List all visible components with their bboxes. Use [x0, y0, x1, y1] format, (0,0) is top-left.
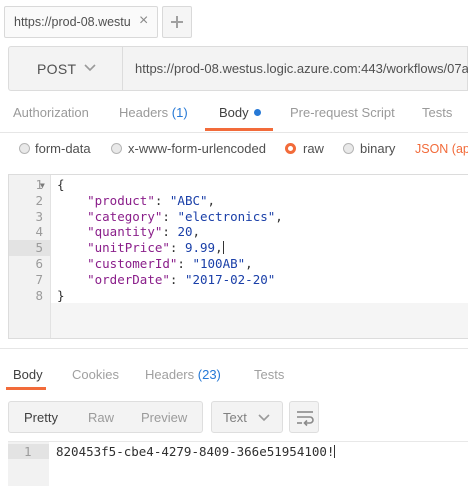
tab-headers[interactable]: Headers (1): [119, 105, 188, 120]
plus-icon: [163, 7, 191, 37]
code-text: {: [57, 177, 65, 192]
code-line-active: 5 "unitPrice": 9.99,: [9, 240, 468, 256]
radio-binary[interactable]: [343, 143, 354, 154]
request-tab-title: https://prod-08.westu: [14, 15, 131, 29]
code-text: "orderDate": "2017-02-20": [87, 271, 276, 287]
radio-label-x-www-form-urlencoded[interactable]: x-www-form-urlencoded: [128, 141, 266, 156]
request-tabs: Authorization Headers (1) Body Pre-reque…: [0, 98, 468, 133]
code-line: 7 "orderDate": "2017-02-20": [9, 272, 468, 288]
code-text: "product": "ABC",: [87, 192, 216, 208]
method-label: POST: [37, 61, 77, 77]
code-line: 8 }: [9, 288, 468, 304]
wrap-icon: [296, 409, 314, 432]
response-body[interactable]: 1 820453f5-cbe4-4279-8409-366e51954100!: [8, 441, 468, 486]
radio-label-raw[interactable]: raw: [303, 141, 324, 156]
chevron-down-icon: [257, 411, 271, 430]
line-number: 8: [35, 287, 43, 303]
wrap-lines-button[interactable]: [289, 401, 319, 433]
code-text: "category": "electronics",: [87, 208, 283, 224]
line-number: 2: [35, 192, 43, 208]
code-text: "customerId": "100AB",: [87, 256, 253, 271]
tab-authorization[interactable]: Authorization: [13, 105, 89, 120]
response-text: 820453f5-cbe4-4279-8409-366e51954100!: [56, 444, 336, 459]
line-number: 4: [35, 224, 43, 240]
request-tab-bar: https://prod-08.westu ×: [0, 0, 468, 44]
line-number: 6: [35, 256, 43, 271]
view-mode-group: Pretty Raw Preview: [8, 401, 203, 433]
line-number: 5: [35, 240, 43, 256]
line-number: 3: [35, 208, 43, 224]
pretty-button[interactable]: Pretty: [24, 410, 58, 425]
modified-dot-icon: [253, 109, 261, 116]
preview-button[interactable]: Preview: [141, 410, 187, 425]
radio-raw[interactable]: [285, 143, 296, 154]
radio-label-binary[interactable]: binary: [360, 141, 395, 156]
format-label: Text: [223, 410, 247, 425]
text-cursor: [334, 445, 336, 458]
tab-headers-label: Headers: [119, 105, 169, 120]
radio-form-data[interactable]: [19, 143, 30, 154]
response-tab-headers-count: (23): [197, 367, 221, 382]
method-dropdown[interactable]: POST: [8, 46, 123, 91]
format-dropdown[interactable]: Text: [211, 401, 283, 433]
code-text: "unitPrice": 9.99,: [87, 240, 224, 256]
raw-button[interactable]: Raw: [88, 410, 114, 425]
code-line: 2 "product": "ABC",: [9, 193, 468, 209]
response-view-bar: Pretty Raw Preview Text: [8, 401, 468, 433]
response-tab-headers-label: Headers: [145, 367, 195, 382]
chevron-down-icon: [83, 61, 97, 80]
text-cursor: [222, 241, 224, 255]
code-line: 3 "category": "electronics",: [9, 209, 468, 225]
tab-pre-request-script[interactable]: Pre-request Script: [290, 105, 395, 120]
tab-headers-count: (1): [171, 105, 188, 120]
line-number: 1: [24, 444, 32, 459]
radio-x-www-form-urlencoded[interactable]: [111, 143, 122, 154]
divider: [0, 348, 468, 349]
active-tab-indicator: [205, 128, 273, 131]
code-line: 6 "customerId": "100AB",: [9, 256, 468, 272]
url-text: https://prod-08.westus.logic.azure.com:4…: [135, 61, 468, 76]
url-input[interactable]: https://prod-08.westus.logic.azure.com:4…: [123, 46, 468, 91]
request-tab[interactable]: https://prod-08.westu ×: [4, 6, 158, 38]
new-tab-button[interactable]: [162, 6, 192, 38]
tab-tests[interactable]: Tests: [422, 105, 452, 120]
tab-body-label: Body: [219, 105, 249, 120]
response-tab-body[interactable]: Body: [13, 367, 43, 382]
fold-arrow-icon[interactable]: ▼: [40, 178, 45, 194]
response-tabs: Body Cookies Headers (23) Tests: [0, 360, 468, 394]
tab-body[interactable]: Body: [219, 105, 261, 120]
url-bar: POST https://prod-08.westus.logic.azure.…: [8, 46, 468, 91]
code-text: "quantity": 20,: [87, 224, 201, 240]
code-line: 4 "quantity": 20,: [9, 224, 468, 240]
response-tab-tests[interactable]: Tests: [254, 367, 284, 382]
code-line: 1 ▼ {: [9, 177, 468, 193]
radio-label-form-data[interactable]: form-data: [35, 141, 91, 156]
content-type-dropdown[interactable]: JSON (app: [415, 142, 468, 156]
active-tab-indicator: [6, 387, 46, 390]
line-number: 7: [35, 271, 43, 287]
body-editor[interactable]: 1 ▼ { 2 "product": "ABC", 3 "category": …: [8, 174, 468, 339]
response-tab-cookies[interactable]: Cookies: [72, 367, 119, 382]
body-type-selector: form-data x-www-form-urlencoded raw bina…: [0, 132, 468, 170]
response-tab-headers[interactable]: Headers (23): [145, 367, 221, 382]
code-text: }: [57, 287, 65, 303]
close-icon[interactable]: ×: [139, 12, 148, 30]
